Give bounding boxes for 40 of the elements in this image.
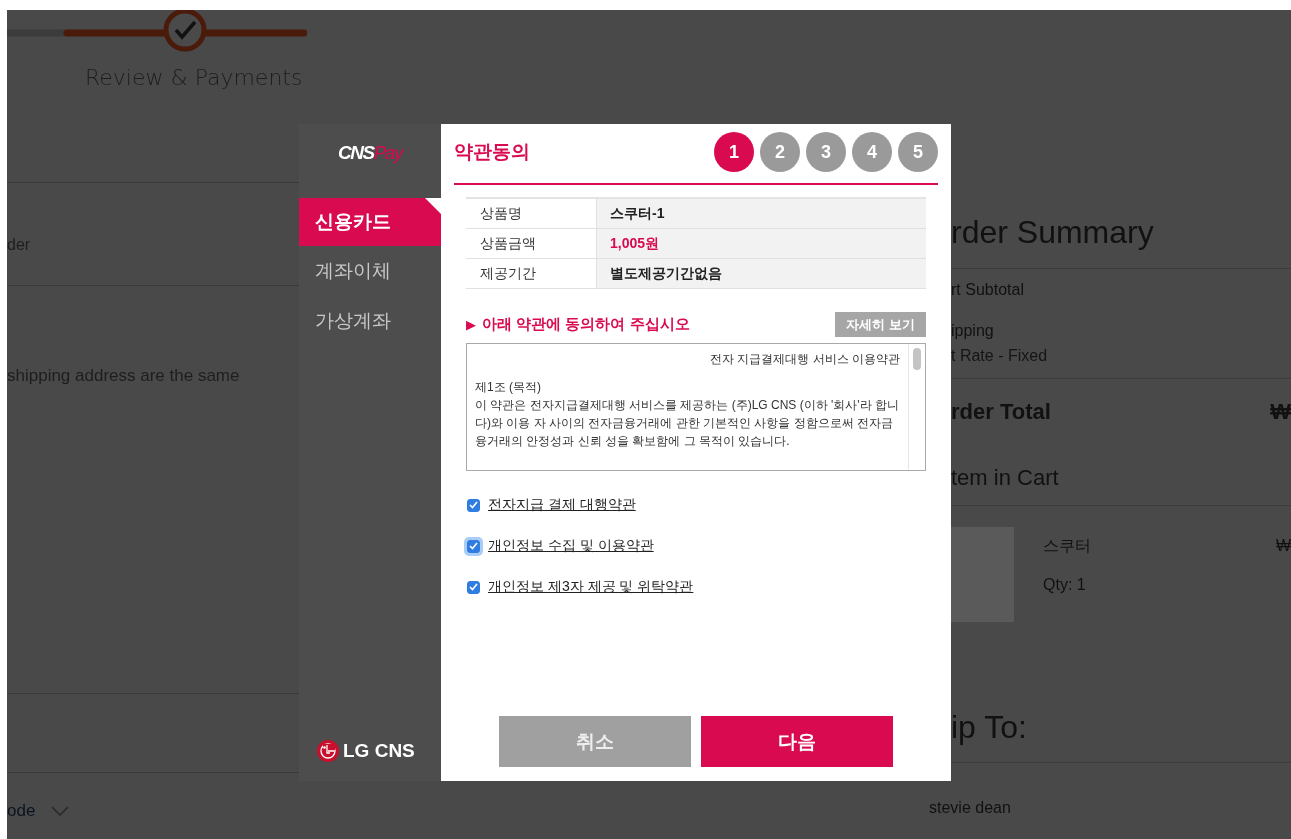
total-label: rder Total — [951, 398, 1051, 426]
payment-method-tab[interactable]: 신용카드 — [299, 198, 441, 246]
step-indicator: 5 — [898, 132, 938, 172]
payment-method-tab[interactable]: 계좌이체 — [299, 246, 441, 296]
article-title: 제1조 (목적) — [475, 379, 542, 396]
shipping-label: ipping — [950, 321, 995, 341]
agree-prompt: 아래 약관에 동의하여 주십시오 — [482, 315, 690, 334]
article-text: 이 약관은 전자지급결제대행 서비스를 제공하는 (주)LG CNS (이하 '회사'라 합니다)와 이용 자 사이의 전자금융거래에 관한 기본적인 사항을 정함으로써 전자금융거래의 안정성과 신뢰 성을 확보함에 그 목적이 있습니다. — [475, 397, 900, 450]
lg-cns-logo-text: LG CNS — [343, 740, 415, 762]
item-qty: Qty: 1 — [1043, 575, 1087, 595]
items-heading: tem in Cart — [950, 464, 1060, 492]
step-indicator: 2 — [760, 132, 800, 172]
checkbox[interactable] — [467, 580, 480, 594]
triangle-icon: ▶ — [466, 317, 476, 332]
terms-link[interactable]: 개인정보 수집 및 이용약관 — [488, 537, 654, 555]
terms-link[interactable]: 전자지급 결제 대행약관 — [488, 496, 636, 514]
terms-heading: 전자 지급결제대행 서비스 이용약관 — [709, 351, 900, 368]
info-value: 1,005원 — [597, 229, 926, 258]
dialog-title: 약관동의 — [454, 140, 530, 164]
total-value: ₩ — [1270, 398, 1291, 426]
info-value: 스쿠터-1 — [597, 199, 926, 228]
cnspay-logo: CNSPay — [338, 141, 402, 165]
scrollbar-thumb[interactable] — [913, 348, 921, 370]
checkbox[interactable] — [467, 498, 480, 512]
terms-box[interactable]: 전자 지급결제대행 서비스 이용약관 제1조 (목적) 이 약관은 전자지급결제대행 서비스를 제공하는 (주)LG CNS (이하 '회사'라 합니다)와 이용 자 사이의 전자금융거래에 관한 기본적인 사항을 정함으로써 전자금융거래의 안정성과 신뢰 성을 확보함에 그 목적이 있습니다. — [466, 343, 926, 471]
summary-title: rder Summary — [950, 213, 1155, 252]
lg-logo-icon — [317, 740, 339, 762]
step-indicator: 3 — [806, 132, 846, 172]
payment-method-tab[interactable]: 가상계좌 — [299, 296, 441, 346]
terms-link[interactable]: 개인정보 제3자 제공 및 위탁약관 — [488, 578, 694, 596]
item-price: ₩ — [1275, 536, 1291, 556]
step-indicator: 1 — [714, 132, 754, 172]
ship-to-title: ip To: — [950, 708, 1028, 747]
recipient-name: stevie dean — [929, 798, 1012, 818]
step-indicator: 4 — [852, 132, 892, 172]
next-button[interactable]: 다음 — [701, 716, 893, 767]
subtotal-label: rt Subtotal — [950, 280, 1025, 300]
chevron-down-icon — [51, 806, 70, 816]
info-value: 별도제공기간없음 — [597, 259, 926, 288]
item-name: 스쿠터 — [1043, 536, 1091, 556]
